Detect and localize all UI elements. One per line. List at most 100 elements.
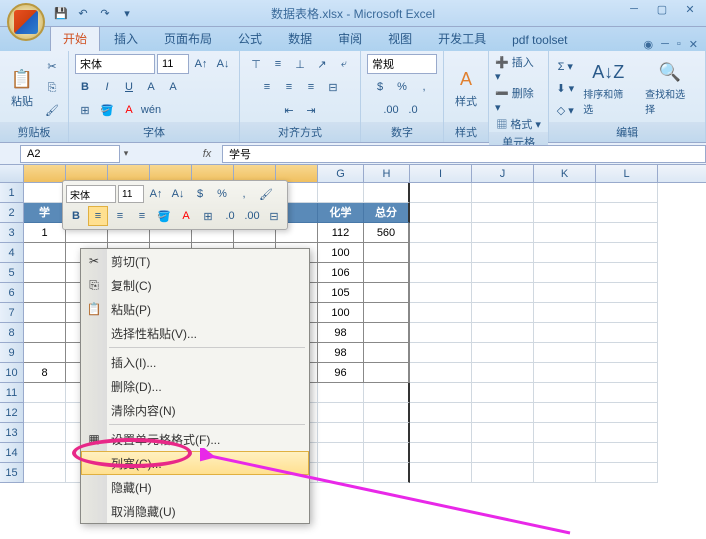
menu-insert[interactable]: 插入(I)... — [81, 350, 309, 374]
mini-font-color-icon[interactable]: A — [176, 206, 196, 226]
tab-layout[interactable]: 页面布局 — [152, 26, 224, 51]
tab-review[interactable]: 审阅 — [326, 26, 374, 51]
row-header[interactable]: 12 — [0, 403, 24, 423]
cell[interactable] — [596, 263, 658, 283]
cell[interactable] — [318, 183, 364, 203]
cell[interactable] — [410, 263, 472, 283]
cell[interactable] — [364, 263, 410, 283]
cell[interactable] — [364, 243, 410, 263]
cell[interactable] — [596, 383, 658, 403]
mini-merge-icon[interactable]: ⊟ — [264, 206, 284, 226]
mini-font-size[interactable] — [118, 185, 144, 203]
cell[interactable] — [24, 403, 66, 423]
col-header-h[interactable]: H — [364, 165, 410, 182]
mini-dec-decimal-icon[interactable]: .0 — [220, 206, 240, 226]
tab-insert[interactable]: 插入 — [102, 26, 150, 51]
row-header[interactable]: 8 — [0, 323, 24, 343]
cell[interactable] — [596, 223, 658, 243]
qat-dropdown-icon[interactable]: ▾ — [118, 4, 136, 22]
align-middle-icon[interactable]: ≡ — [268, 54, 288, 74]
cut-icon[interactable]: ✂ — [42, 56, 62, 76]
row-header[interactable]: 9 — [0, 343, 24, 363]
cell[interactable]: 112 — [318, 223, 364, 243]
cell[interactable] — [596, 443, 658, 463]
cell[interactable] — [472, 263, 534, 283]
mini-align-center-icon[interactable]: ≡ — [110, 206, 130, 226]
cell[interactable] — [472, 403, 534, 423]
cell[interactable] — [472, 383, 534, 403]
col-header-j[interactable]: J — [472, 165, 534, 182]
cell[interactable] — [596, 403, 658, 423]
cell[interactable]: 化学 — [318, 203, 364, 223]
ribbon-minimize-icon[interactable]: ─ — [661, 38, 669, 51]
tab-dev[interactable]: 开发工具 — [426, 26, 498, 51]
mini-format-painter-icon[interactable]: 🖌 — [256, 184, 276, 204]
cell[interactable] — [364, 303, 410, 323]
font-name-select[interactable] — [75, 54, 155, 74]
cells-format-button[interactable]: ▦ 格式 ▾ — [496, 116, 541, 132]
cell[interactable] — [364, 183, 410, 203]
border-icon[interactable]: ⊞ — [75, 100, 95, 120]
italic-icon[interactable]: I — [97, 77, 117, 97]
cell[interactable] — [534, 423, 596, 443]
menu-cut[interactable]: ✂剪切(T) — [81, 249, 309, 273]
cell[interactable] — [534, 243, 596, 263]
cell[interactable] — [534, 443, 596, 463]
cell[interactable] — [596, 363, 658, 383]
align-top-icon[interactable]: ⊤ — [246, 54, 266, 74]
cell[interactable]: 98 — [318, 343, 364, 363]
cell[interactable] — [596, 423, 658, 443]
cell[interactable] — [318, 383, 364, 403]
cell[interactable] — [24, 463, 66, 483]
cell[interactable] — [472, 463, 534, 483]
mini-align-right-icon[interactable]: ≡ — [132, 206, 152, 226]
office-button[interactable] — [7, 3, 45, 41]
align-center-icon[interactable]: ≡ — [279, 77, 299, 97]
menu-format-cells[interactable]: ▦设置单元格格式(F)... — [81, 427, 309, 451]
cell[interactable] — [364, 463, 410, 483]
cell[interactable]: 96 — [318, 363, 364, 383]
cell[interactable] — [472, 343, 534, 363]
menu-paste-special[interactable]: 选择性粘贴(V)... — [81, 321, 309, 345]
cell[interactable] — [534, 303, 596, 323]
col-header-g[interactable]: G — [318, 165, 364, 182]
font-size-select[interactable] — [157, 54, 189, 74]
mini-fill-color-icon[interactable]: 🪣 — [154, 206, 174, 226]
cell[interactable] — [472, 283, 534, 303]
menu-unhide[interactable]: 取消隐藏(U) — [81, 499, 309, 523]
cell[interactable] — [364, 383, 410, 403]
decrease-decimal-icon[interactable]: .0 — [403, 100, 423, 120]
cell[interactable] — [534, 263, 596, 283]
mini-grow-font-icon[interactable]: A↑ — [146, 184, 166, 204]
cell[interactable] — [596, 203, 658, 223]
mini-bold-icon[interactable]: B — [66, 206, 86, 226]
row-header[interactable]: 11 — [0, 383, 24, 403]
cells-insert-button[interactable]: ➕ 插入 ▾ — [495, 54, 542, 83]
cell[interactable] — [364, 283, 410, 303]
shrink-font-icon[interactable]: A↓ — [213, 54, 233, 74]
cell[interactable] — [410, 243, 472, 263]
maximize-button[interactable]: ▢ — [648, 0, 676, 18]
cell[interactable] — [534, 203, 596, 223]
row-header[interactable]: 14 — [0, 443, 24, 463]
cell[interactable] — [410, 183, 472, 203]
col-header-i[interactable]: I — [410, 165, 472, 182]
cell[interactable] — [472, 223, 534, 243]
row-header[interactable]: 13 — [0, 423, 24, 443]
increase-decimal-icon[interactable]: .00 — [381, 100, 401, 120]
subscript-icon[interactable]: A — [163, 77, 183, 97]
cell[interactable]: 100 — [318, 243, 364, 263]
row-header[interactable]: 10 — [0, 363, 24, 383]
tab-home[interactable]: 开始 — [50, 25, 100, 51]
menu-delete[interactable]: 删除(D)... — [81, 374, 309, 398]
wrap-text-icon[interactable]: ⤶ — [334, 54, 354, 74]
cell[interactable] — [410, 323, 472, 343]
ribbon-close-icon[interactable]: ✕ — [689, 38, 698, 51]
grow-font-icon[interactable]: A↑ — [191, 54, 211, 74]
undo-icon[interactable]: ↶ — [74, 4, 92, 22]
cell[interactable] — [364, 343, 410, 363]
mini-currency-icon[interactable]: $ — [190, 184, 210, 204]
cell[interactable] — [534, 383, 596, 403]
menu-copy[interactable]: ⎘复制(C) — [81, 273, 309, 297]
cell[interactable] — [472, 303, 534, 323]
